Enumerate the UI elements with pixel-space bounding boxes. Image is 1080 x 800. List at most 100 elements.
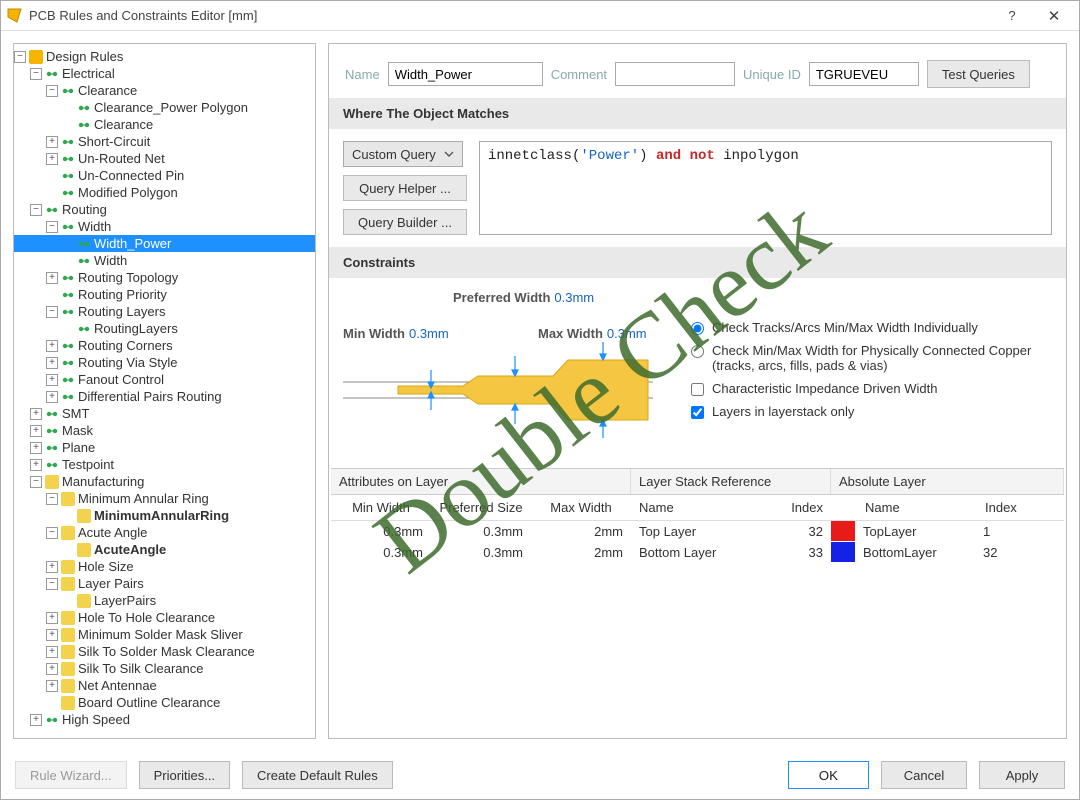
tree-item[interactable]: −Electrical xyxy=(14,65,315,82)
tree-item[interactable]: +Short-Circuit xyxy=(14,133,315,150)
tree-item[interactable]: Un-Connected Pin xyxy=(14,167,315,184)
expand-icon[interactable]: + xyxy=(30,459,42,471)
tree-label: Hole To Hole Clearance xyxy=(78,610,215,625)
query-textarea[interactable]: innetclass('Power') and not inpolygon xyxy=(479,141,1052,235)
tree-label: Mask xyxy=(62,423,93,438)
expand-icon[interactable]: + xyxy=(30,442,42,454)
query-helper-button[interactable]: Query Helper ... xyxy=(343,175,467,201)
match-type-dropdown[interactable]: Custom Query xyxy=(343,141,463,167)
tree-item[interactable]: −Routing Layers xyxy=(14,303,315,320)
rule-icon xyxy=(29,50,43,64)
collapse-icon[interactable]: − xyxy=(46,221,58,233)
tree-item[interactable]: −Minimum Annular Ring xyxy=(14,490,315,507)
tree-item[interactable]: +High Speed xyxy=(14,711,315,728)
tree-item[interactable]: +Plane xyxy=(14,439,315,456)
table-row[interactable]: 0.3mm0.3mm2mmBottom Layer33BottomLayer32 xyxy=(331,542,1064,563)
rules-tree[interactable]: −Design Rules−Electrical−ClearanceCleara… xyxy=(13,43,316,739)
tree-item[interactable]: +Routing Corners xyxy=(14,337,315,354)
collapse-icon[interactable]: − xyxy=(14,51,26,63)
layerstack-only-checkbox[interactable]: Layers in layerstack only xyxy=(691,404,1052,419)
tree-item[interactable]: +SMT xyxy=(14,405,315,422)
tree-item[interactable]: −Width xyxy=(14,218,315,235)
collapse-icon[interactable]: − xyxy=(46,527,58,539)
collapse-icon[interactable]: − xyxy=(46,493,58,505)
tree-item[interactable]: −Design Rules xyxy=(14,48,315,65)
tree-item[interactable]: MinimumAnnularRing xyxy=(14,507,315,524)
expand-icon[interactable]: + xyxy=(30,714,42,726)
tree-item[interactable]: Width_Power xyxy=(14,235,315,252)
tree-item[interactable]: +Routing Topology xyxy=(14,269,315,286)
apply-button[interactable]: Apply xyxy=(979,761,1065,789)
query-builder-button[interactable]: Query Builder ... xyxy=(343,209,467,235)
tree-item[interactable]: +Hole Size xyxy=(14,558,315,575)
collapse-icon[interactable]: − xyxy=(30,68,42,80)
expand-icon[interactable]: + xyxy=(46,272,58,284)
tree-label: Acute Angle xyxy=(78,525,147,540)
close-button[interactable]: ✕ xyxy=(1033,2,1075,30)
tree-item[interactable]: −Layer Pairs xyxy=(14,575,315,592)
tree-item[interactable]: −Routing xyxy=(14,201,315,218)
ok-button[interactable]: OK xyxy=(788,761,869,789)
tree-item[interactable]: AcuteAngle xyxy=(14,541,315,558)
tree-label: Routing Via Style xyxy=(78,355,178,370)
tree-item[interactable]: Routing Priority xyxy=(14,286,315,303)
tree-item[interactable]: + Hole To Hole Clearance xyxy=(14,609,315,626)
collapse-icon[interactable]: − xyxy=(46,306,58,318)
comment-input[interactable] xyxy=(615,62,735,86)
expand-icon[interactable]: + xyxy=(46,357,58,369)
help-button[interactable]: ? xyxy=(991,2,1033,30)
table-row[interactable]: 0.3mm0.3mm2mmTop Layer32TopLayer1 xyxy=(331,521,1064,542)
layers-table[interactable]: Attributes on Layer Layer Stack Referenc… xyxy=(331,468,1064,563)
collapse-icon[interactable]: − xyxy=(30,204,42,216)
expand-icon[interactable]: + xyxy=(46,374,58,386)
tree-item[interactable]: +Minimum Solder Mask Sliver xyxy=(14,626,315,643)
tree-item[interactable]: Width xyxy=(14,252,315,269)
check-connected-radio[interactable]: Check Min/Max Width for Physically Conne… xyxy=(691,343,1052,373)
tree-item[interactable]: +Fanout Control xyxy=(14,371,315,388)
tree-item[interactable]: +Un-Routed Net xyxy=(14,150,315,167)
impedance-checkbox[interactable]: Characteristic Impedance Driven Width xyxy=(691,381,1052,396)
tree-item[interactable]: +Silk To Silk Clearance xyxy=(14,660,315,677)
tree-item[interactable]: +Differential Pairs Routing xyxy=(14,388,315,405)
expand-icon[interactable]: + xyxy=(46,663,58,675)
expand-icon[interactable]: + xyxy=(46,629,58,641)
collapse-icon[interactable]: − xyxy=(46,85,58,97)
tree-item[interactable]: −Manufacturing xyxy=(14,473,315,490)
tree-item[interactable]: −Clearance xyxy=(14,82,315,99)
expand-icon[interactable]: + xyxy=(46,340,58,352)
cancel-button[interactable]: Cancel xyxy=(881,761,967,789)
test-queries-button[interactable]: Test Queries xyxy=(927,60,1030,88)
tree-item[interactable]: LayerPairs xyxy=(14,592,315,609)
expand-icon[interactable]: + xyxy=(46,680,58,692)
tree-item[interactable]: +Silk To Solder Mask Clearance xyxy=(14,643,315,660)
uid-input[interactable] xyxy=(809,62,919,86)
expand-icon[interactable]: + xyxy=(46,391,58,403)
create-default-rules-button[interactable]: Create Default Rules xyxy=(242,761,393,789)
tree-item[interactable]: + Mask xyxy=(14,422,315,439)
tree-item[interactable]: Clearance_Power Polygon xyxy=(14,99,315,116)
expand-icon[interactable]: + xyxy=(46,646,58,658)
priorities-button[interactable]: Priorities... xyxy=(139,761,230,789)
check-individual-radio[interactable]: Check Tracks/Arcs Min/Max Width Individu… xyxy=(691,320,1052,335)
expand-icon[interactable]: + xyxy=(46,612,58,624)
expand-icon[interactable]: + xyxy=(46,153,58,165)
tree-label: AcuteAngle xyxy=(94,542,166,557)
expand-icon[interactable]: + xyxy=(30,425,42,437)
rule-icon xyxy=(77,322,91,336)
tree-item[interactable]: − Acute Angle xyxy=(14,524,315,541)
expand-icon[interactable]: + xyxy=(46,136,58,148)
collapse-icon[interactable]: − xyxy=(46,578,58,590)
tree-item[interactable]: + Routing Via Style xyxy=(14,354,315,371)
rule-icon xyxy=(77,101,91,115)
expand-icon[interactable]: + xyxy=(30,408,42,420)
collapse-icon[interactable]: − xyxy=(30,476,42,488)
expand-icon[interactable]: + xyxy=(46,561,58,573)
tree-item[interactable]: Board Outline Clearance xyxy=(14,694,315,711)
tree-item[interactable]: RoutingLayers xyxy=(14,320,315,337)
tree-item[interactable]: Clearance xyxy=(14,116,315,133)
tree-item[interactable]: Modified Polygon xyxy=(14,184,315,201)
tree-label: LayerPairs xyxy=(94,593,156,608)
tree-item[interactable]: +Net Antennae xyxy=(14,677,315,694)
tree-item[interactable]: +Testpoint xyxy=(14,456,315,473)
name-input[interactable] xyxy=(388,62,543,86)
